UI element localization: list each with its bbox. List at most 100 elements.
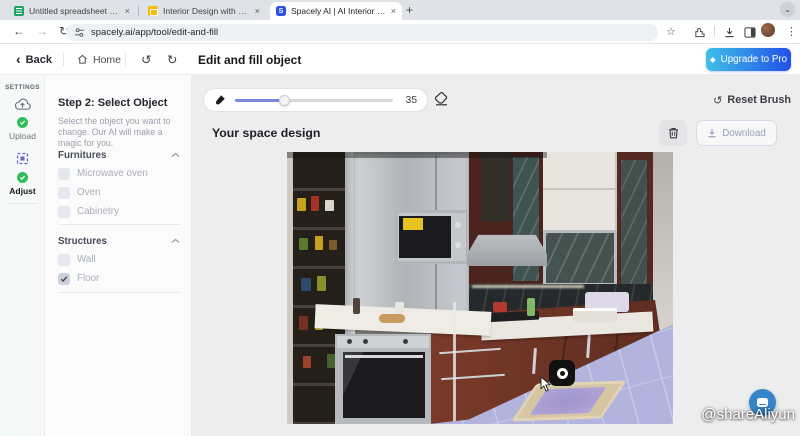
brush-cursor-ring — [557, 368, 568, 379]
tab-close-icon[interactable]: × — [255, 7, 260, 16]
redo-icon[interactable]: ↻ — [167, 52, 177, 67]
brush-icon[interactable] — [214, 94, 226, 106]
brush-size-slider[interactable] — [235, 99, 393, 102]
step-label-upload: Upload — [0, 131, 45, 141]
tab-interior-design[interactable]: Interior Design with Generat... × — [142, 2, 266, 20]
delete-design-button[interactable] — [659, 120, 687, 146]
settings-rail: SETTINGS Upload Adjust — [0, 75, 45, 436]
tab-title: Spacely AI | AI Interior Desig... — [291, 6, 386, 16]
screen: Untitled spreadsheet - Goog... × Interio… — [0, 0, 800, 436]
shelf-item — [301, 278, 311, 291]
photo-hood-chimney — [481, 152, 511, 222]
checkbox[interactable] — [58, 187, 70, 199]
tab-spacely-active[interactable]: S Spacely AI | AI Interior Desig... × — [270, 2, 402, 20]
section-header-furnitures[interactable]: Furnitures — [58, 149, 180, 161]
edit-canvas-kitchen-photo[interactable] — [287, 152, 673, 424]
step-title: Step 2: Select Object — [58, 97, 167, 109]
checkbox-row-floor[interactable]: Floor — [58, 272, 180, 285]
undo-icon[interactable]: ↺ — [141, 52, 151, 67]
checkbox-row-oven[interactable]: Oven — [58, 186, 180, 199]
photo-top-shadow — [287, 152, 547, 158]
back-chevron-icon: ‹ — [16, 52, 21, 66]
site-settings-icon[interactable] — [74, 27, 85, 38]
checkbox[interactable] — [58, 168, 70, 180]
diamond-icon: ◆ — [710, 55, 716, 64]
shelf-item — [311, 196, 319, 211]
checkbox-row-wall[interactable]: Wall — [58, 253, 180, 266]
photo-oven-door — [343, 352, 425, 418]
checkbox-label: Wall — [77, 254, 96, 265]
canvas-heading: Your space design — [212, 126, 320, 140]
checkbox-label: Oven — [77, 187, 100, 198]
photo-oven-handle — [345, 355, 423, 358]
checkbox-row-microwave-oven[interactable]: Microwave oven — [58, 167, 180, 180]
photo-microwave-knob — [455, 222, 461, 228]
tab-divider — [138, 5, 139, 16]
google-sheets-favicon — [14, 6, 24, 16]
browser-menu-icon[interactable]: ⋮ — [786, 25, 797, 38]
back-icon[interactable]: ← — [13, 24, 25, 38]
section-header-structures[interactable]: Structures — [58, 235, 180, 247]
side-panel-icon[interactable] — [744, 27, 756, 38]
back-button[interactable]: ‹ Back — [16, 44, 52, 75]
checkbox[interactable] — [58, 254, 70, 266]
settings-rail-title: SETTINGS — [0, 84, 45, 91]
panel-divider — [58, 224, 180, 225]
tab-title: Untitled spreadsheet - Goog... — [29, 6, 120, 16]
section-title: Structures — [58, 236, 107, 247]
photo-bread — [379, 314, 405, 323]
section-title: Furnitures — [58, 150, 106, 161]
rail-step-upload[interactable]: Upload — [0, 97, 45, 141]
photo-oven-knob — [403, 339, 408, 344]
watermark: @shareAliyun — [701, 406, 795, 423]
tab-close-icon[interactable]: × — [391, 7, 396, 16]
photo-oven-knob — [347, 339, 352, 344]
download-button[interactable]: Download — [696, 120, 777, 146]
download-label: Download — [722, 128, 766, 139]
slider-thumb[interactable] — [279, 95, 290, 106]
google-slides-favicon — [148, 6, 158, 16]
home-icon — [77, 54, 88, 65]
shelf-item — [297, 198, 306, 211]
photo-glass-door-right — [621, 160, 647, 294]
browser-address-bar: ← → ↻ spacely.ai/app/tool/edit-and-fill … — [0, 20, 800, 44]
profile-avatar[interactable] — [761, 23, 775, 37]
tab-close-icon[interactable]: × — [125, 7, 130, 16]
home-label: Home — [93, 54, 121, 66]
shelf-item — [317, 276, 326, 291]
downloads-icon[interactable] — [724, 27, 735, 38]
chevron-up-icon — [171, 152, 180, 158]
eraser-icon[interactable] — [434, 92, 449, 106]
rail-step-adjust[interactable]: Adjust — [0, 151, 45, 196]
photo-cabinet-edge-highlight — [453, 302, 456, 424]
shelf-item — [329, 240, 337, 250]
photo-shelf-edge — [287, 152, 293, 424]
home-button[interactable]: Home — [77, 44, 121, 75]
bookmark-star-icon[interactable]: ☆ — [666, 25, 676, 38]
extensions-icon[interactable] — [694, 27, 705, 38]
checkbox[interactable] — [58, 206, 70, 218]
upgrade-to-pro-button[interactable]: ◆ Upgrade to Pro — [706, 48, 791, 71]
step-check-icon — [17, 117, 28, 128]
tab-search-chevron-icon[interactable]: ⌄ — [780, 2, 795, 17]
checkbox-row-cabinetry[interactable]: Cabinetry — [58, 205, 180, 218]
slider-fill — [235, 99, 284, 102]
mouse-cursor-icon — [540, 376, 552, 393]
toolbar-divider — [714, 26, 715, 37]
new-tab-button[interactable]: + — [406, 3, 413, 17]
browser-tab-strip: Untitled spreadsheet - Goog... × Interio… — [0, 0, 800, 20]
photo-undercabinet-light — [472, 285, 584, 288]
shelf-item — [325, 200, 334, 211]
app-header: ‹ Back Home ↺ ↻ Edit and fill object ◆ U… — [0, 44, 800, 75]
reset-undo-icon: ↺ — [713, 94, 722, 107]
checkbox-checked[interactable] — [58, 273, 70, 285]
back-label: Back — [26, 54, 52, 66]
forward-icon[interactable]: → — [36, 24, 48, 38]
reset-brush-button[interactable]: ↺ Reset Brush — [713, 88, 791, 112]
shelf-item — [299, 238, 308, 250]
address-field[interactable]: spacely.ai/app/tool/edit-and-fill — [66, 24, 658, 41]
tab-untitled-spreadsheet[interactable]: Untitled spreadsheet - Goog... × — [8, 2, 136, 20]
tab-title: Interior Design with Generat... — [163, 6, 250, 16]
checkbox-label: Microwave oven — [77, 168, 148, 179]
header-divider — [125, 53, 126, 66]
